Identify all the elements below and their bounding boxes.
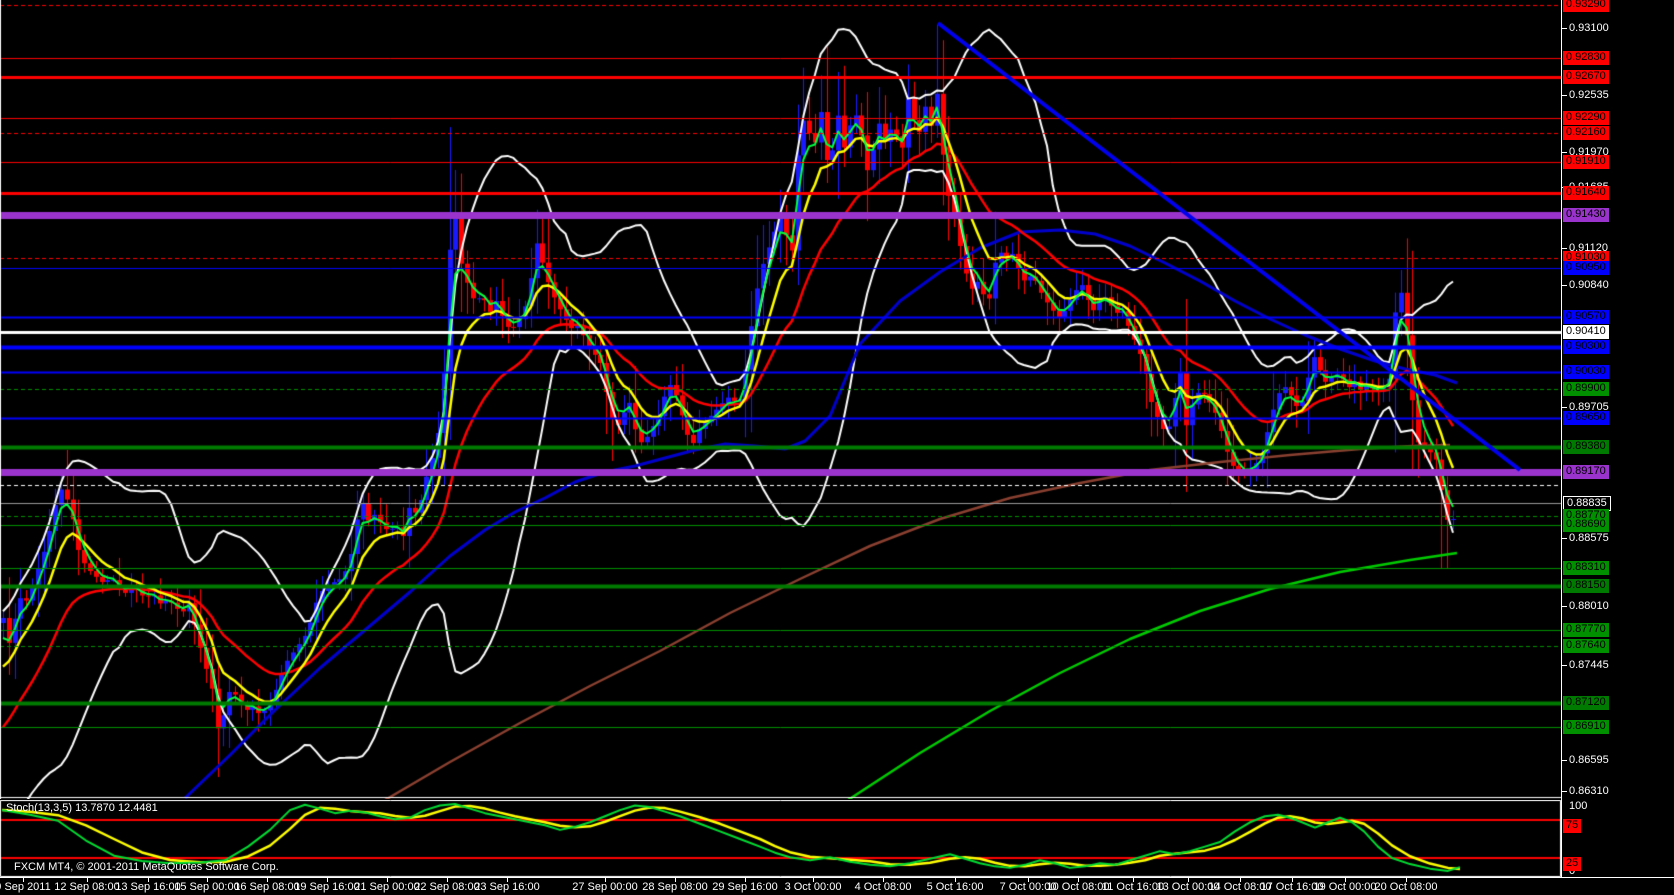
price-tick-label: 0.93100 [1562, 22, 1609, 35]
level-price-badge[interactable]: 0.90410 [1563, 325, 1609, 339]
price-tick-mark [1562, 152, 1567, 153]
level-price-badge[interactable]: 0.90950 [1563, 261, 1609, 275]
main-chart-canvas[interactable] [0, 0, 1561, 799]
price-tick-label: 0.88010 [1562, 600, 1609, 613]
level-price-badge[interactable]: 0.88150 [1563, 579, 1609, 593]
level-price-badge[interactable]: 0.90300 [1563, 340, 1609, 354]
price-tick-mark [1562, 791, 1567, 792]
mt4-chart-window: 0.931000.925350.919700.916850.911200.908… [0, 0, 1674, 895]
stochastic-name: Stoch(13,3,5) [6, 802, 73, 814]
level-price-badge[interactable]: 0.89380 [1563, 440, 1609, 454]
price-tick-label: 0.86595 [1562, 754, 1609, 767]
price-axis[interactable]: 0.931000.925350.919700.916850.911200.908… [1561, 0, 1674, 877]
level-price-badge[interactable]: 0.88690 [1563, 518, 1609, 532]
price-tick-mark [1562, 28, 1567, 29]
price-tick-mark [1562, 538, 1567, 539]
stochastic-scale-label: 100 [1569, 800, 1588, 812]
price-tick-mark [1562, 760, 1567, 761]
level-price-badge[interactable]: 0.89650 [1563, 411, 1609, 425]
price-tick-mark [1562, 606, 1567, 607]
time-axis[interactable]: 9 Sep 2011 12 Sep 08:00 13 Sep 16:00 15 Sep… [0, 877, 1674, 895]
level-price-badge[interactable]: 0.92290 [1563, 111, 1609, 125]
stochastic-signal-value: 12.4481 [117, 802, 158, 814]
level-price-badge[interactable]: 0.86910 [1563, 720, 1609, 734]
price-tick-label: 0.92535 [1562, 89, 1609, 102]
level-price-badge[interactable]: 0.87120 [1563, 696, 1609, 710]
stochastic-main-value: 13.7870 [75, 802, 115, 814]
level-price-badge[interactable]: 0.91910 [1563, 155, 1609, 169]
level-price-badge[interactable]: 0.90030 [1563, 365, 1609, 379]
level-price-badge[interactable]: 0.92160 [1563, 126, 1609, 140]
price-tick-mark [1562, 407, 1567, 408]
level-price-badge[interactable]: 0.89900 [1563, 382, 1609, 396]
price-tick-label: 0.88575 [1562, 532, 1609, 545]
time-tick-label: 20 Oct 08:00 [1374, 881, 1438, 893]
level-price-badge[interactable]: 0.91430 [1563, 208, 1609, 222]
level-price-badge[interactable]: 0.88310 [1563, 561, 1609, 575]
stochastic-scale-label[interactable]: 25 [1563, 857, 1582, 871]
level-price-badge[interactable]: 0.91640 [1563, 186, 1609, 200]
price-tick-mark [1562, 285, 1567, 286]
level-price-badge[interactable]: 0.87770 [1563, 623, 1609, 637]
price-tick-mark [1562, 248, 1567, 249]
time-tick-label: 23 Sep 16:00 [474, 881, 540, 893]
price-tick-label: 0.87445 [1562, 659, 1609, 672]
stochastic-scale-label[interactable]: 75 [1563, 819, 1582, 833]
level-price-badge[interactable]: 0.92670 [1563, 70, 1609, 84]
level-price-badge[interactable]: 0.87640 [1563, 639, 1609, 653]
price-tick-mark [1562, 665, 1567, 666]
price-tick-mark [1562, 95, 1567, 96]
platform-copyright: FXCM MT4, © 2001-2011 MetaQuotes Softwar… [14, 861, 279, 873]
stochastic-indicator-label: Stoch(13,3,5) 13.7870 12.4481 [6, 802, 158, 814]
level-price-badge[interactable]: 0.90570 [1563, 310, 1609, 324]
price-tick-label: 0.90840 [1562, 279, 1609, 292]
level-price-badge[interactable]: 0.89170 [1563, 465, 1609, 479]
price-tick-label: 0.86310 [1562, 785, 1609, 798]
level-price-badge[interactable]: 0.92830 [1563, 51, 1609, 65]
level-price-badge[interactable]: 0.93290 [1563, 0, 1609, 12]
